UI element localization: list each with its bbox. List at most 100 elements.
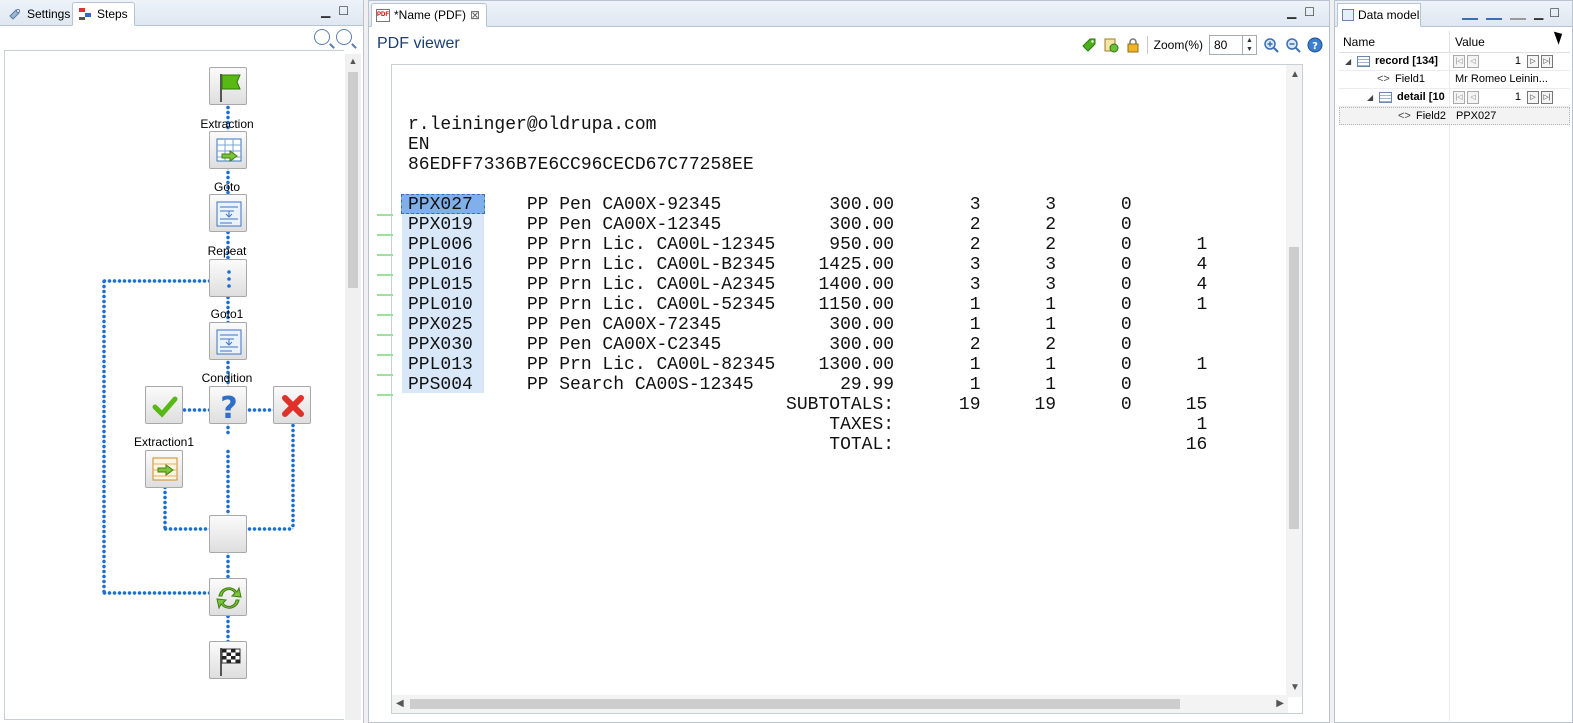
data-model-panel: Data model ▁☐ Name Value ◢ record [134] |◁… bbox=[1334, 0, 1573, 723]
zoom-in-icon[interactable] bbox=[1263, 37, 1279, 53]
document-refresh-icon[interactable] bbox=[1103, 37, 1119, 53]
pdf-vertical-scrollbar[interactable]: ▲ ▼ bbox=[1286, 65, 1302, 697]
minimize-button[interactable]: ▁ bbox=[321, 4, 338, 18]
flow-node-extraction1[interactable] bbox=[145, 450, 183, 488]
flow-node-goto[interactable] bbox=[209, 194, 247, 232]
steps-panel: Settings Steps ▁☐ Extraction Goto Repeat… bbox=[0, 0, 364, 723]
flow-node-loop[interactable] bbox=[209, 578, 247, 616]
settings-disabled-icon[interactable] bbox=[1510, 6, 1526, 20]
flow-node-start[interactable] bbox=[209, 67, 247, 105]
flow-label-goto: Goto bbox=[213, 180, 240, 194]
scroll-up-icon[interactable]: ▲ bbox=[1290, 69, 1300, 80]
steps-vertical-scrollbar[interactable]: ▲ bbox=[345, 54, 361, 720]
pdf-text-line: PPX027 PP Pen CA00X-92345 300.00 3 3 0 bbox=[408, 195, 1132, 215]
maximize-button[interactable]: ☐ bbox=[1304, 5, 1323, 19]
row-marker bbox=[377, 274, 393, 276]
zoom-in-icon[interactable] bbox=[314, 29, 330, 45]
scroll-down-icon[interactable]: ▼ bbox=[1290, 682, 1300, 693]
data-model-row[interactable]: <> Field2 PPX027 bbox=[1339, 107, 1570, 125]
pdf-text-line: PPL010 PP Prn Lic. CA00L-52345 1150.00 1… bbox=[408, 295, 1208, 315]
flow-node-repeat[interactable] bbox=[209, 259, 247, 297]
expand-arrow-icon[interactable]: ◢ bbox=[1345, 53, 1351, 70]
flow-node-goto1[interactable] bbox=[209, 322, 247, 360]
flow-canvas: Extraction Goto Repeat Goto1 Condition ? bbox=[4, 50, 344, 720]
flow-label-extraction1: Extraction1 bbox=[133, 435, 195, 449]
help-icon[interactable]: ? bbox=[1307, 37, 1323, 53]
tab-name-pdf[interactable]: PDF *Name (PDF) ⊠ bbox=[371, 3, 487, 27]
flow-node-merge[interactable] bbox=[209, 515, 247, 553]
pdf-text-line: SUBTOTALS: 19 19 0 15 bbox=[408, 395, 1208, 415]
export-icon[interactable] bbox=[1486, 6, 1502, 20]
flow-node-false-branch[interactable] bbox=[273, 386, 311, 424]
scroll-thumb[interactable] bbox=[348, 72, 358, 288]
lock-icon[interactable] bbox=[1125, 37, 1141, 53]
zoom-out-icon[interactable] bbox=[1285, 37, 1301, 53]
editor-tabbar: PDF *Name (PDF) ⊠ ▁☐ bbox=[369, 1, 1329, 27]
scroll-right-icon[interactable]: ▶ bbox=[1276, 698, 1284, 709]
zoom-out-icon[interactable] bbox=[336, 29, 352, 45]
flow-label-condition: Condition bbox=[201, 371, 253, 385]
last-record-button[interactable]: ▷| bbox=[1541, 90, 1553, 104]
last-record-button[interactable]: ▷| bbox=[1541, 54, 1553, 68]
data-model-row[interactable]: <> Field1 Mr Romeo Leinin... bbox=[1339, 71, 1570, 89]
tab-settings[interactable]: Settings bbox=[2, 2, 77, 26]
previous-record-button[interactable]: ◁ bbox=[1467, 90, 1479, 104]
flow-node-extraction[interactable] bbox=[209, 131, 247, 169]
pdf-horizontal-scrollbar[interactable]: ◀ ▶ bbox=[392, 695, 1288, 713]
table-icon bbox=[1379, 92, 1392, 103]
record-index[interactable]: 1 bbox=[1481, 53, 1525, 70]
true-branch-down-line bbox=[163, 485, 167, 529]
checkered-flag-icon bbox=[220, 648, 241, 676]
pdf-text-line: 86EDFF7336B7E6CC96CECD67C77258EE bbox=[408, 155, 754, 175]
true-branch-line bbox=[182, 408, 212, 412]
data-model-tabbar: Data model ▁☐ bbox=[1335, 1, 1572, 27]
tab-data-model-label: Data model bbox=[1358, 8, 1420, 22]
row-marker bbox=[377, 254, 393, 256]
flow-node-true-branch[interactable] bbox=[145, 386, 183, 424]
record-pager: |◁ ◁ 1 ▷ ▷| bbox=[1453, 90, 1553, 104]
minimize-button[interactable]: ▁ bbox=[1287, 5, 1304, 19]
pdf-viewer-header: PDF viewer Zoom(%) ▲▼ ? bbox=[369, 28, 1329, 60]
green-tag-icon[interactable] bbox=[1081, 37, 1097, 53]
import-icon[interactable] bbox=[1462, 6, 1478, 20]
scroll-left-icon[interactable]: ◀ bbox=[396, 698, 404, 709]
flow-node-end[interactable] bbox=[209, 641, 247, 679]
tab-steps[interactable]: Steps bbox=[72, 2, 135, 26]
scroll-up-icon[interactable]: ▲ bbox=[345, 56, 361, 66]
pdf-text-line bbox=[408, 175, 1207, 195]
row-marker bbox=[377, 294, 393, 296]
record-index[interactable]: 1 bbox=[1481, 89, 1525, 106]
red-x-icon bbox=[282, 395, 304, 417]
next-record-button[interactable]: ▷ bbox=[1527, 90, 1539, 104]
scroll-thumb[interactable] bbox=[410, 699, 1180, 709]
zoom-input[interactable] bbox=[1209, 35, 1243, 55]
data-model-row[interactable]: ◢ record [134] |◁ ◁ 1 ▷ ▷| bbox=[1339, 53, 1570, 71]
first-record-button[interactable]: |◁ bbox=[1453, 90, 1465, 104]
data-model-value: PPX027 bbox=[1456, 110, 1497, 122]
row-marker bbox=[377, 334, 393, 336]
flow-node-condition[interactable]: ? bbox=[209, 386, 247, 426]
column-header-name[interactable]: Name bbox=[1343, 35, 1375, 49]
minimize-button[interactable]: ▁ bbox=[1534, 6, 1549, 20]
pdf-text-line: PPL016 PP Prn Lic. CA00L-B2345 1425.00 3… bbox=[408, 255, 1208, 275]
pdf-text-line: PPL015 PP Prn Lic. CA00L-A2345 1400.00 3… bbox=[408, 275, 1208, 295]
tab-settings-label: Settings bbox=[27, 7, 71, 21]
maximize-button[interactable]: ☐ bbox=[1549, 6, 1566, 20]
svg-text:?: ? bbox=[220, 391, 237, 425]
first-record-button[interactable]: |◁ bbox=[1453, 54, 1465, 68]
expand-arrow-icon[interactable]: ◢ bbox=[1367, 89, 1373, 106]
next-record-button[interactable]: ▷ bbox=[1527, 54, 1539, 68]
pdf-document-view[interactable]: r.leininger@oldrupa.com EN 86EDFF7336B7E6C… bbox=[391, 64, 1303, 714]
flow-label-goto1: Goto1 bbox=[210, 307, 244, 321]
tab-data-model[interactable]: Data model bbox=[1337, 3, 1421, 27]
scroll-thumb[interactable] bbox=[1289, 247, 1299, 529]
zoom-spinner-arrows[interactable]: ▲ ▼ bbox=[1243, 35, 1257, 55]
maximize-button[interactable]: ☐ bbox=[338, 4, 357, 18]
data-model-name: detail [10 bbox=[1397, 91, 1445, 103]
question-icon: ? bbox=[220, 391, 237, 426]
goto-icon bbox=[216, 329, 242, 355]
previous-record-button[interactable]: ◁ bbox=[1467, 54, 1479, 68]
close-tab-icon[interactable]: ⊠ bbox=[470, 4, 480, 26]
column-header-value[interactable]: Value bbox=[1455, 35, 1485, 49]
data-model-row[interactable]: ◢ detail [10 |◁ ◁ 1 ▷ ▷| bbox=[1339, 89, 1570, 107]
